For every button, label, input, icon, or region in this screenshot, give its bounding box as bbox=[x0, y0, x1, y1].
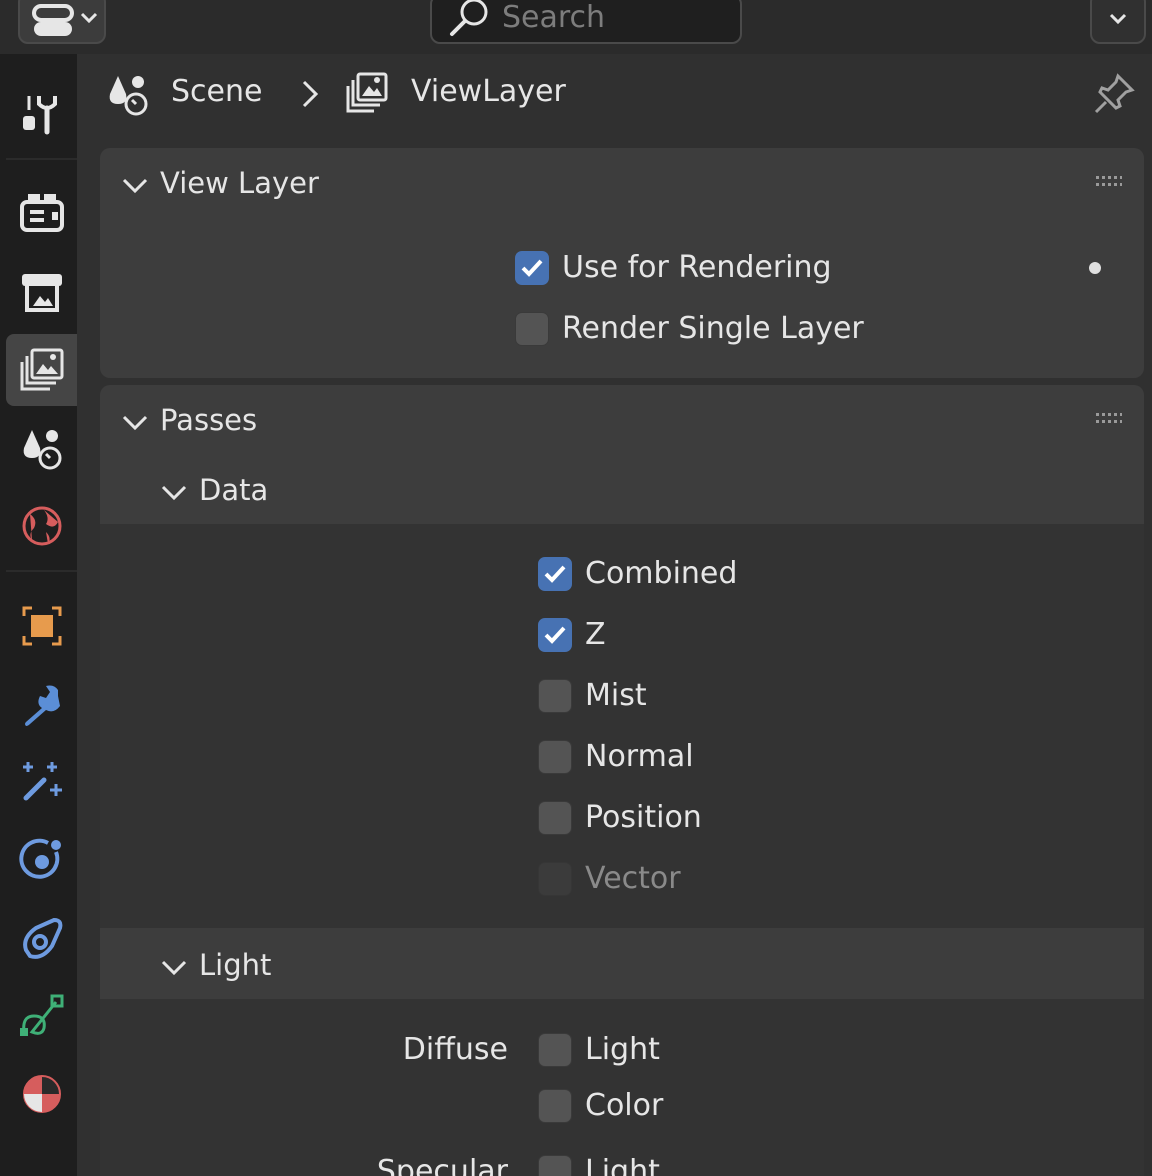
breadcrumb-scene: Scene bbox=[171, 74, 263, 109]
search-icon bbox=[450, 0, 488, 36]
breadcrumb-view-layer: ViewLayer bbox=[411, 74, 566, 109]
tab-render[interactable] bbox=[6, 178, 77, 250]
diffuse-light-checkbox[interactable] bbox=[538, 1033, 572, 1067]
properties-editor: Search Scene ViewLayer View Layer Use fo… bbox=[0, 0, 1152, 1176]
chevron-down-icon bbox=[1109, 13, 1127, 25]
view-layer-panel: View Layer Use for Rendering Render Sing… bbox=[100, 148, 1144, 378]
checkmark-icon bbox=[521, 259, 543, 277]
pin-icon[interactable] bbox=[1090, 70, 1138, 118]
output-icon bbox=[21, 274, 62, 312]
tab-particles[interactable] bbox=[6, 746, 77, 818]
tab-tool[interactable] bbox=[6, 78, 77, 150]
data-icon bbox=[19, 994, 63, 1036]
search-placeholder: Search bbox=[502, 0, 606, 35]
tool-icon bbox=[22, 96, 57, 135]
tab-constraints[interactable] bbox=[6, 902, 77, 974]
physics-icon bbox=[18, 838, 61, 879]
render-single-layer-checkbox[interactable] bbox=[515, 312, 549, 346]
view-layer-panel-title[interactable]: View Layer bbox=[160, 166, 319, 200]
specular-label: Specular bbox=[376, 1154, 508, 1176]
specular-light-checkbox[interactable] bbox=[538, 1155, 572, 1176]
tab-world[interactable] bbox=[6, 490, 77, 562]
tab-modifiers[interactable] bbox=[6, 668, 77, 740]
diffuse-color-label[interactable]: Color bbox=[585, 1088, 663, 1123]
breadcrumb: Scene ViewLayer bbox=[100, 66, 1152, 122]
scene-icon bbox=[23, 430, 61, 470]
drag-handle-icon[interactable] bbox=[1096, 413, 1122, 427]
constraints-icon bbox=[22, 917, 62, 959]
tab-scene[interactable] bbox=[6, 412, 77, 484]
tab-physics[interactable] bbox=[6, 824, 77, 896]
properties-editor-icon bbox=[32, 4, 98, 36]
properties-tabs bbox=[0, 54, 77, 1176]
chevron-right-icon bbox=[302, 80, 319, 108]
vector-checkbox bbox=[538, 862, 572, 896]
specular-light-label[interactable]: Light bbox=[585, 1154, 660, 1176]
z-checkbox[interactable] bbox=[538, 618, 572, 652]
use-for-rendering-checkbox[interactable] bbox=[515, 251, 549, 285]
position-label[interactable]: Position bbox=[585, 800, 702, 835]
passes-panel: Passes Data Combined Z Mist Normal Posit… bbox=[100, 385, 1144, 1176]
normal-label[interactable]: Normal bbox=[585, 739, 694, 774]
tab-material[interactable] bbox=[6, 1058, 77, 1130]
render-single-layer-label[interactable]: Render Single Layer bbox=[562, 311, 864, 346]
scene-icon bbox=[109, 76, 148, 116]
use-for-rendering-label[interactable]: Use for Rendering bbox=[562, 250, 832, 285]
chevron-down-icon[interactable] bbox=[120, 170, 150, 200]
drag-handle-icon[interactable] bbox=[1096, 176, 1122, 190]
particles-icon bbox=[22, 762, 62, 801]
data-subpanel-title[interactable]: Data bbox=[199, 473, 268, 507]
options-dropdown-button[interactable] bbox=[1090, 0, 1146, 44]
combined-label[interactable]: Combined bbox=[585, 556, 737, 591]
normal-checkbox[interactable] bbox=[538, 740, 572, 774]
position-checkbox[interactable] bbox=[538, 801, 572, 835]
mist-label[interactable]: Mist bbox=[585, 678, 647, 713]
properties-header: Search bbox=[0, 0, 1152, 54]
wrench-icon bbox=[24, 685, 60, 726]
combined-checkbox[interactable] bbox=[538, 557, 572, 591]
tab-data[interactable] bbox=[6, 980, 77, 1052]
light-subpanel-body: Diffuse Light Color Specular Light bbox=[100, 999, 1144, 1176]
data-subpanel-body: Combined Z Mist Normal Position Vector bbox=[100, 524, 1144, 928]
tab-output[interactable] bbox=[6, 256, 77, 328]
chevron-down-icon[interactable] bbox=[159, 952, 189, 982]
tab-object[interactable] bbox=[6, 590, 77, 662]
material-icon bbox=[22, 1075, 61, 1113]
tab-view-layer[interactable] bbox=[6, 334, 77, 406]
diffuse-light-label[interactable]: Light bbox=[585, 1032, 660, 1067]
vector-label: Vector bbox=[585, 861, 681, 896]
z-label[interactable]: Z bbox=[585, 617, 606, 652]
object-icon bbox=[22, 606, 61, 646]
editor-type-button[interactable] bbox=[18, 0, 106, 44]
mist-checkbox[interactable] bbox=[538, 679, 572, 713]
render-icon bbox=[19, 194, 64, 232]
checkmark-icon bbox=[544, 626, 566, 644]
chevron-down-icon[interactable] bbox=[159, 477, 189, 507]
chevron-down-icon[interactable] bbox=[120, 407, 150, 437]
world-icon bbox=[22, 506, 61, 546]
search-input[interactable]: Search bbox=[430, 0, 742, 44]
checkmark-icon bbox=[544, 565, 566, 583]
view-layer-icon bbox=[346, 72, 388, 113]
light-subpanel-title[interactable]: Light bbox=[199, 948, 271, 982]
keyframe-dot-icon[interactable] bbox=[1089, 262, 1101, 274]
diffuse-color-checkbox[interactable] bbox=[538, 1089, 572, 1123]
passes-panel-title[interactable]: Passes bbox=[160, 403, 257, 437]
view-layer-icon bbox=[20, 348, 63, 391]
diffuse-label: Diffuse bbox=[402, 1032, 508, 1067]
